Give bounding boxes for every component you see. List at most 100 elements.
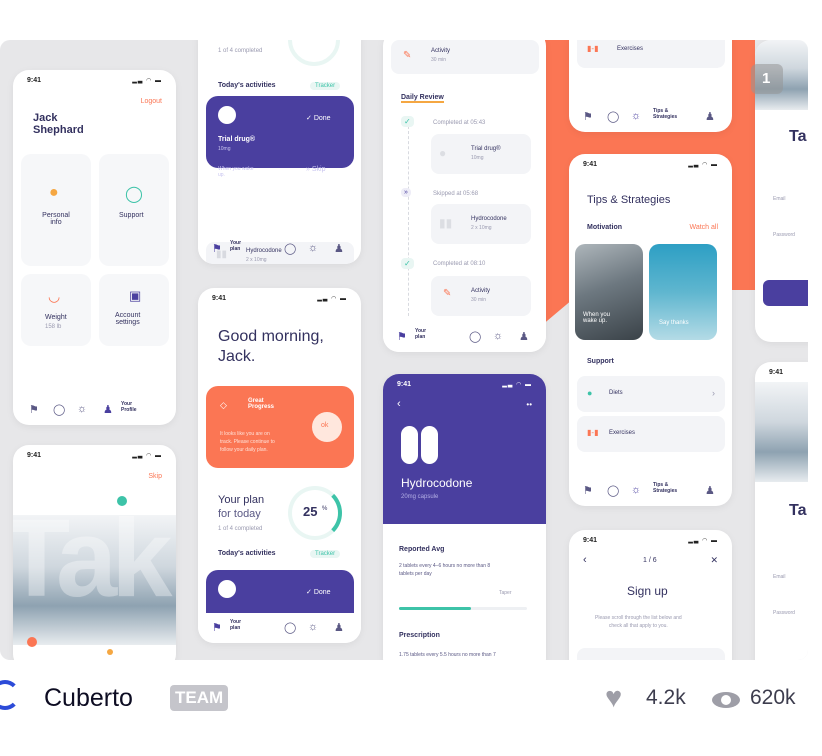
progress-ring: 25 % <box>288 486 342 540</box>
bulb-icon[interactable]: ☼ <box>308 621 318 633</box>
activity-time: 30 min <box>431 57 447 63</box>
email-label: Email <box>773 196 786 202</box>
bulb-icon[interactable]: ☼ <box>493 330 503 342</box>
flag-icon[interactable]: ⚑ <box>29 403 39 416</box>
trial-drug-dose: 10mg <box>471 155 484 161</box>
back-icon[interactable]: ‹ <box>583 554 587 566</box>
close-icon[interactable]: ✕ <box>710 555 718 566</box>
profile-icon[interactable]: ♟ <box>103 403 113 416</box>
pill-image <box>218 106 236 124</box>
mountain-photo-card[interactable]: When you wake up. <box>575 244 643 340</box>
signup-title: Sign up <box>627 584 668 598</box>
exercises-row[interactable]: ▮-▮ Exercises <box>577 416 725 452</box>
activity-row[interactable]: ✎ Activity 30 min <box>431 276 531 316</box>
plan-subtitle: for today <box>218 508 261 520</box>
prescription-text: 1.75 tablets every 5.5 hours no more tha… <box>399 652 496 658</box>
drug-card[interactable]: ✓ Done Trial drug® 10mg When you wake up… <box>206 96 354 178</box>
signup-screen: 9:41 ▂▃ ◠ ▬ ‹ 1 / 6 ✕ Sign up Please scr… <box>569 530 732 660</box>
bulb-icon[interactable]: ☼ <box>77 403 87 415</box>
personal-info-tile[interactable]: ● Personal info <box>21 154 91 266</box>
your-plan-label: Your plan <box>230 619 242 631</box>
pill-icon[interactable]: ◯ <box>469 330 481 343</box>
exercises-row[interactable]: ▮-▮ Exercises <box>577 40 725 68</box>
profile-icon[interactable]: ♟ <box>705 484 715 497</box>
drug-name: Trial drug® <box>218 136 256 143</box>
bulb-icon[interactable]: ☼ <box>631 484 641 496</box>
plan-screen-top: 1 of 4 completed Today's activities Trac… <box>198 40 361 264</box>
hand-photo-card[interactable]: Say thanks <box>649 244 717 340</box>
motivation-label: Motivation <box>587 224 622 231</box>
drug-subtitle: 20mg capsule <box>401 494 439 500</box>
support-tile[interactable]: ◯ Support <box>99 154 169 266</box>
skipped-time: Skipped at 05:68 <box>433 191 479 197</box>
chevron-right-icon: › <box>712 388 715 398</box>
activity-row[interactable]: ✎ Activity 30 min <box>391 40 539 74</box>
great-progress-title: Great Progress <box>248 398 275 410</box>
flag-icon[interactable]: ⚑ <box>397 330 407 343</box>
profile-icon[interactable]: ♟ <box>519 330 529 343</box>
logout-link[interactable]: Logout <box>141 98 162 105</box>
ok-button[interactable]: ok <box>312 412 342 442</box>
bulb-icon[interactable]: ☼ <box>631 110 641 122</box>
skip-link[interactable]: Skip <box>148 473 162 480</box>
pill-icon[interactable]: ◯ <box>284 621 296 634</box>
card2-caption: Say thanks <box>659 320 689 326</box>
team-avatar[interactable] <box>0 680 20 710</box>
pill-icon[interactable]: ◯ <box>53 403 65 416</box>
completed-time-1: Completed at 05:43 <box>433 120 486 126</box>
login-button[interactable] <box>763 280 808 306</box>
flag-icon[interactable]: ⚑ <box>583 484 593 497</box>
todays-activities-label: Today's activities <box>218 82 276 89</box>
team-name[interactable]: Cuberto <box>44 684 133 713</box>
hydrocodone-row[interactable]: ▮▮ Hydrocodone 2 x 10mg <box>431 204 531 244</box>
bulb-icon[interactable]: ☼ <box>308 242 318 254</box>
flag-icon[interactable]: ⚑ <box>212 621 222 634</box>
account-settings-label: Account settings <box>115 312 141 326</box>
home-screen: 9:41 ▂▃ ◠ ▬ Good morning, Jack. ◇ Great … <box>198 288 361 643</box>
done-button[interactable]: ✓ Done <box>306 114 331 122</box>
more-icon[interactable]: •• <box>526 400 532 409</box>
signup-body: Please scroll through the list below and… <box>595 615 682 629</box>
hydrocodone-name: Hydrocodone <box>471 216 507 222</box>
diets-row[interactable]: ● Diets › <box>577 376 725 412</box>
skip-button[interactable]: » Skip <box>306 166 325 173</box>
lock-icon: ▣ <box>129 288 142 303</box>
profile-icon[interactable]: ♟ <box>334 621 344 634</box>
progress-card[interactable]: ◇ Great Progress It looks like you are o… <box>206 386 354 468</box>
pill-icon[interactable]: ◯ <box>284 242 296 255</box>
profile-icon[interactable]: ♟ <box>705 110 715 123</box>
pill-icon[interactable]: ◯ <box>607 110 619 123</box>
your-profile-label: Your Profile <box>121 401 137 413</box>
completed-count: 1 of 4 completed <box>218 526 263 532</box>
tracker-badge[interactable]: Tracker <box>310 82 341 90</box>
done-button[interactable]: ✓ Done <box>306 588 331 596</box>
snow-header-image <box>755 382 808 482</box>
tips-nav-bar: ⚑ ◯ ☼ Tips & Strategies ♟ <box>569 102 732 132</box>
signup-option[interactable] <box>577 648 725 660</box>
heart-icon[interactable]: ♥ <box>605 682 622 715</box>
weight-label: Weight <box>45 314 67 321</box>
profile-icon[interactable]: ♟ <box>334 242 344 255</box>
trial-drug-row[interactable]: ● Trial drug® 10mg <box>431 134 531 174</box>
team-badge: TEAM <box>170 685 229 711</box>
person-icon: ● <box>49 184 59 201</box>
completed-count: 1 of 4 completed <box>218 48 263 54</box>
personal-info-label: Personal info <box>42 212 70 226</box>
status-time: 9:41 <box>27 452 42 459</box>
weight-tile[interactable]: ◡ Weight 158 lb <box>21 274 91 346</box>
dumbbell-icon: ▮-▮ <box>587 428 599 437</box>
greeting-line1: Good morning, <box>218 328 324 345</box>
status-time: 9:41 <box>212 295 227 302</box>
back-icon[interactable]: ‹ <box>397 398 401 410</box>
tracker-badge[interactable]: Tracker <box>310 550 341 558</box>
pill-icon[interactable]: ◯ <box>607 484 619 497</box>
watch-all-link[interactable]: Watch all <box>689 224 718 231</box>
apple-icon: ● <box>587 388 593 398</box>
flag-icon[interactable]: ⚑ <box>583 110 593 123</box>
taper-fill <box>399 607 471 610</box>
status-icons: ▂▃ ◠ ▬ <box>688 162 718 168</box>
completed-time-2: Completed at 08:10 <box>433 261 486 267</box>
shot-image[interactable]: 9:41 ▂▃ ◠ ▬ Logout Jack Shephard ● Perso… <box>0 40 808 660</box>
flag-icon[interactable]: ⚑ <box>212 242 222 255</box>
account-settings-tile[interactable]: ▣ Account settings <box>99 274 169 346</box>
